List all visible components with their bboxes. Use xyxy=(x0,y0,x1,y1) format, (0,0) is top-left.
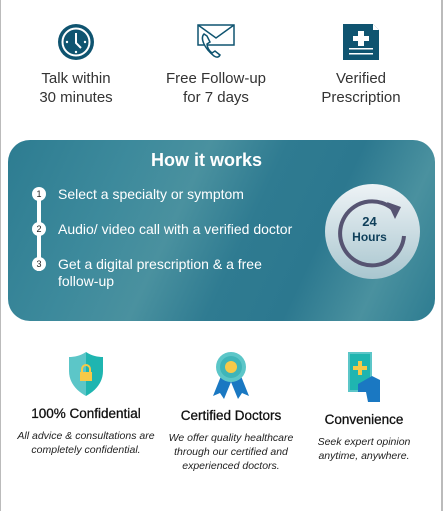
prescription-icon xyxy=(343,24,379,60)
timer-value: 24 xyxy=(362,214,377,229)
benefit-description: All advice & consultations are completel… xyxy=(17,430,155,456)
feature-label: 30 minutes xyxy=(39,89,113,106)
step-item: 3 Get a digital prescription & a free fo… xyxy=(32,256,288,290)
step-number: 3 xyxy=(32,257,46,271)
shield-lock-icon xyxy=(69,352,103,396)
step-item: 2 Audio/ video call with a verified doct… xyxy=(32,221,308,238)
benefit-convenience: Convenience Seek expert opinion anytime,… xyxy=(289,350,439,463)
how-it-works-card: How it works 1 Select a specialty or sym… xyxy=(8,140,435,321)
benefit-certified-doctors: Certified Doctors We offer quality healt… xyxy=(156,350,306,473)
step-text: Get a digital prescription & a free foll… xyxy=(58,256,262,289)
benefit-title: Convenience xyxy=(324,412,404,427)
step-number: 1 xyxy=(32,187,46,201)
benefit-title: 100% Confidential xyxy=(31,406,141,421)
feature-free-follow-up: Free Follow-up for 7 days xyxy=(146,22,286,107)
phone-hand-icon xyxy=(348,352,380,402)
feature-talk-within: Talk within 30 minutes xyxy=(6,22,146,107)
feature-label: Prescription xyxy=(321,89,401,106)
envelope-phone-icon xyxy=(197,24,235,58)
feature-label: Verified xyxy=(335,70,387,87)
feature-verified-prescription: Verified Prescription xyxy=(291,22,431,107)
award-ribbon-icon xyxy=(213,352,249,399)
how-it-works-title: How it works xyxy=(150,150,262,170)
step-item: 1 Select a specialty or symptom xyxy=(32,186,308,203)
benefit-confidential: 100% Confidential All advice & consultat… xyxy=(11,350,161,457)
benefit-description: We offer quality healthcare through our … xyxy=(168,432,294,472)
benefit-description: Seek expert opinion anytime, anywhere. xyxy=(317,436,411,462)
feature-label: Talk within xyxy=(41,70,111,87)
feature-label: Free Follow-up xyxy=(165,70,267,87)
feature-label: for 7 days xyxy=(183,89,249,106)
clock-icon xyxy=(58,24,94,60)
timer-badge: 24 Hours xyxy=(325,184,420,279)
step-number: 2 xyxy=(32,222,46,236)
step-text: Select a specialty or symptom xyxy=(58,186,244,202)
step-text: Audio/ video call with a verified doctor xyxy=(58,221,293,237)
benefit-title: Certified Doctors xyxy=(180,408,282,423)
timer-unit: Hours xyxy=(352,230,387,244)
